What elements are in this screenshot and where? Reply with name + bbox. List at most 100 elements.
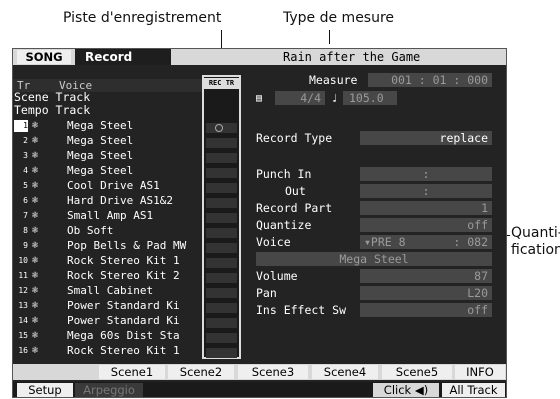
track-number: 12 — [18, 286, 28, 295]
voice-category-icon: ❃ — [32, 180, 39, 191]
voice-category-icon: ❃ — [32, 315, 39, 326]
info-button[interactable]: INFO — [455, 365, 505, 379]
setup-tab[interactable]: Setup — [17, 383, 73, 397]
track-number: 6 — [23, 196, 28, 205]
track-number: 15 — [18, 331, 28, 340]
track-row[interactable]: 10 ❃ Rock Stereo Kit 1 — [13, 255, 228, 267]
record-part-value[interactable]: 1 — [360, 201, 492, 215]
track-row[interactable]: 5 ❃ Cool Drive AS1 — [13, 180, 228, 192]
rec-track-cell[interactable] — [206, 123, 237, 133]
track-number: 9 — [23, 241, 28, 250]
pan-label: Pan — [256, 286, 277, 300]
rec-track-cell[interactable] — [206, 348, 237, 358]
rec-track-cell[interactable] — [206, 243, 237, 253]
voice-category-icon: ❃ — [32, 300, 39, 311]
voice-name: Mega Steel — [256, 252, 492, 266]
track-number: 8 — [23, 226, 28, 235]
rec-track-cell[interactable] — [206, 333, 237, 343]
track-row[interactable]: 12 ❃ Small Cabinet — [13, 285, 228, 297]
scene5-button[interactable]: Scene5 — [382, 365, 452, 379]
scene4-button[interactable]: Scene4 — [312, 365, 378, 379]
rec-track-cell[interactable] — [206, 273, 237, 283]
song-name: Rain after the Game — [283, 50, 421, 64]
voice-category-icon: ❃ — [32, 285, 39, 296]
scene1-button[interactable]: Scene1 — [99, 365, 165, 379]
leader-meter — [329, 30, 330, 44]
ins-effect-label: Ins Effect Sw — [256, 303, 347, 317]
meter-field[interactable]: 4/4 — [275, 91, 325, 105]
track-row[interactable]: 7 ❃ Small Amp AS1 — [13, 210, 228, 222]
arpeggio-tab[interactable]: Arpeggio — [75, 383, 143, 397]
track-row[interactable]: 16 ❃ Rock Stereo Kit 1 — [13, 345, 228, 357]
all-track-button[interactable]: All Track — [442, 383, 505, 397]
out-label: Out — [285, 184, 306, 198]
meter-icon: ▤ — [256, 93, 263, 104]
track-row[interactable]: 3 ❃ Mega Steel — [13, 150, 228, 162]
track-row[interactable]: 8 ❃ Ob Soft — [13, 225, 228, 237]
tempo-track[interactable]: Tempo Track — [14, 104, 90, 117]
rec-track-cell[interactable] — [206, 288, 237, 298]
track-number: 2 — [23, 136, 28, 145]
voice-category-icon: ❃ — [32, 240, 39, 251]
track-number: 13 — [18, 301, 28, 310]
volume-label: Volume — [256, 269, 298, 283]
rec-track-column: REC TR — [202, 75, 241, 359]
punch-in-value[interactable]: : — [360, 167, 492, 181]
voice-bank[interactable]: ▾PRE 8 — [360, 235, 430, 249]
ins-effect-value[interactable]: off — [360, 303, 492, 317]
track-row[interactable]: 14 ❃ Power Standard Ki — [13, 315, 228, 327]
track-row[interactable]: 11 ❃ Rock Stereo Kit 2 — [13, 270, 228, 282]
track-number: 5 — [23, 181, 28, 190]
note-icon: ♩ — [331, 91, 338, 105]
song-mode-tab[interactable]: SONG — [17, 50, 71, 64]
rec-track-cell[interactable] — [206, 213, 237, 223]
track-row[interactable]: 9 ❃ Pop Bells & Pad MW — [13, 240, 228, 252]
rec-track-header: REC TR — [204, 78, 239, 89]
track-row[interactable]: 13 ❃ Power Standard Ki — [13, 300, 228, 312]
track-number: 1 — [14, 120, 28, 132]
voice-category-icon: ❃ — [32, 135, 39, 146]
track-row[interactable]: 1 ❃ Mega Steel — [13, 120, 228, 132]
voice-category-icon: ❃ — [32, 345, 39, 356]
track-row[interactable]: 4 ❃ Mega Steel — [13, 165, 228, 177]
punch-in-label: Punch In — [256, 167, 312, 181]
song-record-screen: SONG Record Rain after the Game Tr Voice… — [12, 48, 507, 398]
rec-track-cell[interactable] — [206, 183, 237, 193]
track-number: 7 — [23, 211, 28, 220]
voice-number[interactable]: : 082 — [430, 235, 492, 249]
annotation-rec-track: Piste d'enregistrement — [63, 10, 222, 26]
punch-out-value[interactable]: : — [360, 184, 492, 198]
voice-label: Voice — [256, 235, 291, 249]
annotation-meter: Type de mesure — [283, 10, 395, 26]
track-number: 16 — [18, 346, 28, 355]
scene2-button[interactable]: Scene2 — [168, 365, 234, 379]
rec-track-cell[interactable] — [206, 228, 237, 238]
track-row[interactable]: 6 ❃ Hard Drive AS1&2 — [13, 195, 228, 207]
measure-position[interactable]: 001 : 01 : 000 — [368, 73, 492, 87]
record-type-value[interactable]: replace — [360, 131, 492, 145]
rec-track-cell[interactable] — [206, 258, 237, 268]
rec-track-cell[interactable] — [206, 318, 237, 328]
click-button[interactable]: Click ◀) — [373, 383, 439, 397]
voice-category-icon: ❃ — [32, 120, 39, 131]
voice-category-icon: ❃ — [32, 330, 39, 341]
voice-category-icon: ❃ — [32, 225, 39, 236]
rec-track-cell[interactable] — [206, 138, 237, 148]
voice-category-icon: ❃ — [32, 270, 39, 281]
tempo-field[interactable]: 105.0 — [343, 91, 397, 105]
track-number: 3 — [23, 151, 28, 160]
quantize-value[interactable]: off — [360, 218, 492, 232]
rec-track-cell[interactable] — [206, 153, 237, 163]
header-bar: SONG Record Rain after the Game — [13, 49, 506, 65]
voice-category-icon: ❃ — [32, 165, 39, 176]
rec-track-cell[interactable] — [206, 168, 237, 178]
record-type-label: Record Type — [256, 131, 333, 145]
scene3-button[interactable]: Scene3 — [238, 365, 308, 379]
rec-track-cell[interactable] — [206, 198, 237, 208]
volume-value[interactable]: 87 — [360, 269, 492, 283]
rec-track-cell[interactable] — [206, 303, 237, 313]
track-row[interactable]: 2 ❃ Mega Steel — [13, 135, 228, 147]
pan-value[interactable]: L20 — [360, 286, 492, 300]
measure-label: Measure — [309, 73, 358, 87]
track-row[interactable]: 15 ❃ Mega 60s Dist Sta — [13, 330, 228, 342]
